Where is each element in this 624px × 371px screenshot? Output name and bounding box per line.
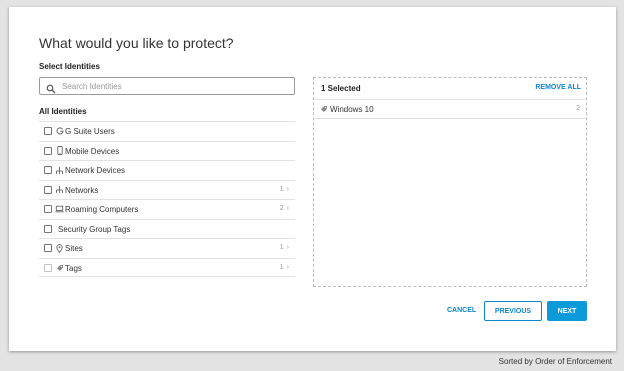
- google-g-icon: [55, 126, 64, 136]
- chevron-right-icon: ›: [286, 244, 289, 251]
- identity-row-sites[interactable]: Sites 1 ›: [39, 238, 295, 258]
- chevron-right-icon: ›: [286, 205, 289, 212]
- identity-label: Sites: [65, 244, 83, 253]
- footer-note: Sorted by Order of Enforcement: [498, 357, 612, 366]
- tag-icon: [55, 263, 64, 273]
- identity-row-tags[interactable]: Tags 1 ›: [39, 257, 295, 277]
- all-identities-label: All Identities: [39, 107, 87, 116]
- identity-count: 1 ›: [279, 185, 289, 193]
- select-identities-label: Select Identities: [39, 62, 100, 71]
- checkbox[interactable]: [44, 244, 52, 252]
- previous-button[interactable]: PREVIOUS: [484, 301, 542, 321]
- identity-label: Network Devices: [65, 166, 126, 175]
- identity-row-networks[interactable]: Networks 1 ›: [39, 179, 295, 200]
- checkbox[interactable]: [44, 127, 52, 135]
- checkbox[interactable]: [44, 263, 52, 272]
- search-input[interactable]: [62, 80, 290, 93]
- checkbox[interactable]: [44, 185, 52, 194]
- location-pin-icon: [55, 243, 64, 253]
- page-title: What would you like to protect?: [39, 35, 234, 51]
- identity-row-network-devices[interactable]: Network Devices: [39, 160, 295, 180]
- search-box[interactable]: [39, 77, 295, 95]
- identity-label: Tags: [65, 263, 82, 273]
- identity-list: G Suite Users Mobile Devices Network Dev…: [39, 121, 295, 277]
- checkbox[interactable]: [44, 166, 52, 174]
- tag-icon: [320, 105, 328, 113]
- selected-count-title: 1 Selected: [321, 84, 361, 93]
- checkbox[interactable]: [44, 224, 52, 233]
- checkbox[interactable]: [44, 146, 52, 155]
- identity-row-mobile-devices[interactable]: Mobile Devices: [39, 140, 295, 161]
- identity-label: Mobile Devices: [65, 146, 120, 156]
- protect-modal: What would you like to protect? Select I…: [9, 7, 616, 351]
- identity-row-roaming-computers[interactable]: Roaming Computers 2 ›: [39, 199, 295, 219]
- mobile-icon: [55, 146, 64, 156]
- identity-label: Roaming Computers: [65, 205, 139, 214]
- network-icon: [55, 165, 64, 175]
- identity-count: 1 ›: [279, 244, 289, 251]
- remove-all-link[interactable]: REMOVE ALL: [535, 84, 581, 91]
- next-button[interactable]: NEXT: [547, 301, 587, 321]
- selected-panel: 1 Selected REMOVE ALL Windows 10 2: [313, 77, 587, 287]
- selected-item-row[interactable]: Windows 10 2: [314, 99, 586, 119]
- network-icon: [55, 185, 64, 195]
- chevron-right-icon: ›: [286, 185, 289, 193]
- checkbox[interactable]: [44, 205, 52, 213]
- identity-label: G Suite Users: [65, 127, 115, 136]
- chevron-right-icon: ›: [286, 263, 289, 271]
- laptop-icon: [55, 204, 64, 214]
- selected-item-count: 2: [576, 105, 580, 112]
- identity-label: Networks: [65, 185, 99, 195]
- search-icon: [46, 81, 56, 94]
- identity-row-g-suite-users[interactable]: G Suite Users: [39, 121, 295, 141]
- identity-row-security-group-tags[interactable]: Security Group Tags: [39, 218, 295, 239]
- identity-count: 1 ›: [279, 263, 289, 271]
- selected-item-label: Windows 10: [330, 105, 374, 114]
- identity-count: 2 ›: [279, 205, 289, 212]
- cancel-button[interactable]: CANCEL: [447, 307, 476, 314]
- identity-label: Security Group Tags: [58, 224, 131, 234]
